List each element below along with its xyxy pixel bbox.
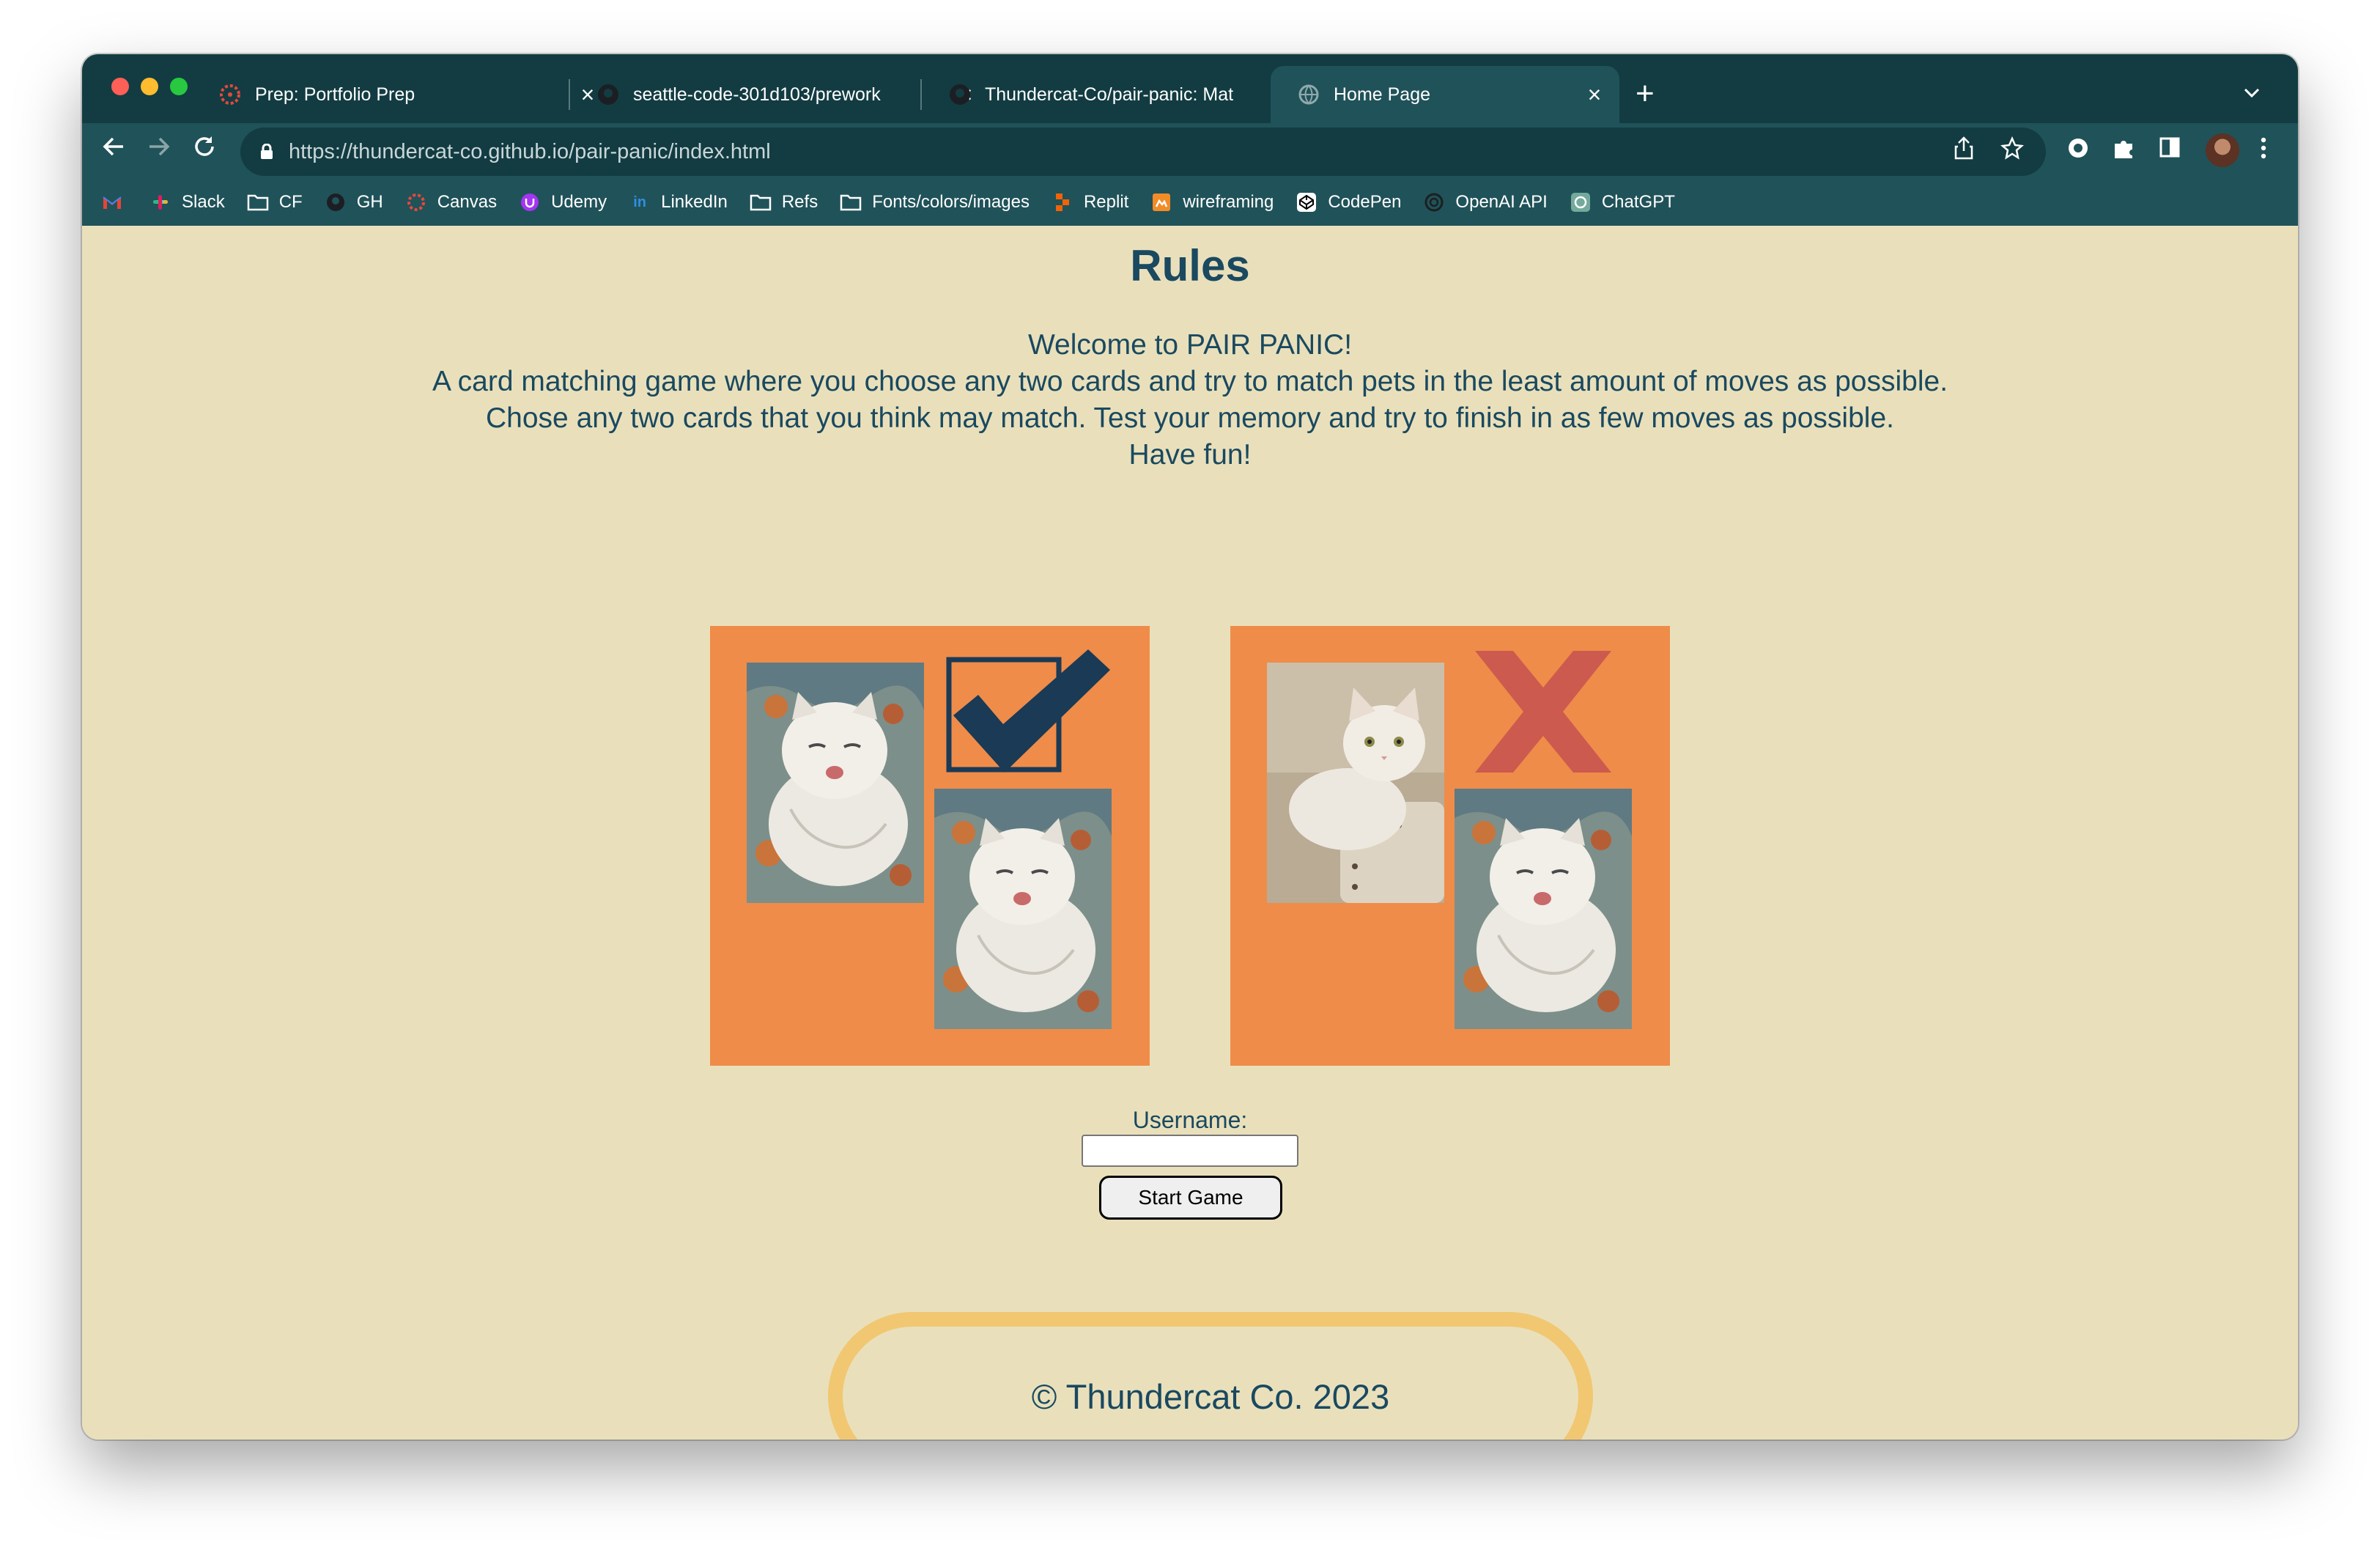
tab-title: Prep: Portfolio Prep xyxy=(255,84,415,105)
bookmark-folder-refs[interactable]: Refs xyxy=(750,191,818,213)
bookmark-codepen[interactable]: CodePen xyxy=(1296,191,1401,213)
url-path: /pair-panic/index.html xyxy=(569,139,771,163)
username-input[interactable] xyxy=(1082,1135,1298,1167)
tab-strip: Prep: Portfolio Prep × seattle-code-301d… xyxy=(82,54,2298,123)
new-tab-plus-icon[interactable]: + xyxy=(1636,72,1655,116)
bookmark-label: ChatGPT xyxy=(1601,192,1675,212)
bookmark-canvas[interactable]: Canvas xyxy=(405,191,497,213)
bookmark-label: CF xyxy=(278,192,303,212)
bookmark-label: LinkedIn xyxy=(661,192,728,212)
bookmark-label: Fonts/colors/images xyxy=(872,192,1030,212)
tab-home-page[interactable]: Home Page × xyxy=(1271,66,1619,123)
folder-icon xyxy=(247,191,269,213)
folder-icon xyxy=(750,191,772,213)
folder-icon xyxy=(840,191,862,213)
page-footer: © Thundercat Co. 2023 xyxy=(828,1312,1593,1440)
rules-heading: Rules xyxy=(1130,241,1250,290)
bookmark-replit[interactable]: Replit xyxy=(1052,191,1128,213)
github-icon xyxy=(950,84,970,105)
bookmark-gh[interactable]: GH xyxy=(325,191,383,213)
browser-toolbar: https://thundercat-co.github.io/pair-pan… xyxy=(82,123,2298,179)
rules-line-description: A card matching game where you choose an… xyxy=(432,366,1948,397)
canvas-icon xyxy=(405,191,427,213)
linkedin-icon: in xyxy=(633,194,646,210)
wireframing-icon xyxy=(1150,191,1172,213)
rules-line-instructions: Chose any two cards that you think may m… xyxy=(486,402,1894,434)
match-example-card xyxy=(710,626,1150,1066)
window-controls xyxy=(111,78,188,95)
persian-cat-image xyxy=(747,663,924,903)
copyright-text: © Thundercat Co. 2023 xyxy=(1031,1376,1390,1416)
tab-portfolio-prep[interactable]: Prep: Portfolio Prep × xyxy=(192,66,613,123)
github-icon xyxy=(325,191,347,213)
bookmark-openai-api[interactable]: OpenAI API xyxy=(1423,191,1548,213)
extensions-puzzle-icon[interactable] xyxy=(2112,136,2135,166)
bookmark-gmail[interactable] xyxy=(101,191,133,213)
side-panel-icon[interactable] xyxy=(2159,136,2181,164)
bookmark-wireframing[interactable]: wireframing xyxy=(1150,191,1274,213)
cross-x-icon xyxy=(1475,651,1611,773)
bookmark-folder-cf[interactable]: CF xyxy=(247,191,303,213)
persian-cat-image xyxy=(934,789,1112,1029)
address-bar[interactable]: https://thundercat-co.github.io/pair-pan… xyxy=(240,128,2046,176)
username-label: Username: xyxy=(1132,1107,1248,1133)
profile-avatar[interactable] xyxy=(2206,133,2239,167)
tab-search-chevron-icon[interactable] xyxy=(2244,81,2260,103)
persian-cat-image xyxy=(1455,789,1632,1029)
browser-menu-icon[interactable] xyxy=(2260,136,2267,166)
bookmark-label: CodePen xyxy=(1328,192,1402,212)
replit-icon xyxy=(1052,191,1073,213)
bookmark-label: Udemy xyxy=(551,192,607,212)
lock-icon xyxy=(259,143,274,160)
address-bar-actions xyxy=(1954,136,2024,166)
rules-line-welcome: Welcome to PAIR PANIC! xyxy=(1027,329,1353,361)
start-game-button[interactable]: Start Game xyxy=(1099,1176,1282,1220)
bookmark-label: GH xyxy=(356,192,383,212)
bookmark-linkedin[interactable]: in LinkedIn xyxy=(629,191,728,213)
bookmark-slack[interactable]: Slack xyxy=(149,191,225,213)
udemy-icon xyxy=(519,191,541,213)
checkmark-icon xyxy=(946,649,1110,773)
close-tab-icon[interactable]: × xyxy=(1580,81,1609,108)
bookmark-chatgpt[interactable]: ChatGPT xyxy=(1570,191,1675,213)
codepen-icon xyxy=(1296,191,1318,213)
browser-window: Prep: Portfolio Prep × seattle-code-301d… xyxy=(82,54,2298,1440)
bookmark-folder-fonts[interactable]: Fonts/colors/images xyxy=(840,191,1030,213)
bookmark-label: wireframing xyxy=(1183,192,1274,212)
rules-text: Welcome to PAIR PANIC! A card matching g… xyxy=(82,327,2298,473)
minimize-window-button[interactable] xyxy=(141,78,158,95)
bookmark-label: OpenAI API xyxy=(1455,192,1548,212)
bookmarks-bar: Slack CF GH Canvas Udemy in LinkedIn Ref… xyxy=(82,179,2298,226)
bookmark-label: Refs xyxy=(781,192,818,212)
close-window-button[interactable] xyxy=(111,78,129,95)
mismatch-example-card xyxy=(1230,626,1670,1066)
page-content: Rules Welcome to PAIR PANIC! A card matc… xyxy=(82,226,2298,1440)
github-icon xyxy=(598,84,618,105)
chatgpt-icon xyxy=(1570,191,1592,213)
globe-icon xyxy=(1298,84,1319,105)
reload-icon[interactable] xyxy=(192,133,217,167)
tab-title: Home Page xyxy=(1334,84,1431,105)
extension-icon[interactable] xyxy=(2066,136,2090,166)
openai-icon xyxy=(1423,191,1445,213)
bookmark-label: Slack xyxy=(182,192,225,212)
bookmark-star-icon[interactable] xyxy=(2000,136,2024,166)
forward-arrow-icon[interactable] xyxy=(147,133,171,167)
bookmark-label: Canvas xyxy=(437,192,498,212)
white-cat-image xyxy=(1267,663,1444,903)
rules-line-have-fun: Have fun! xyxy=(1128,439,1252,471)
bookmark-label: Replit xyxy=(1083,192,1129,212)
back-arrow-icon[interactable] xyxy=(101,133,126,167)
maximize-window-button[interactable] xyxy=(170,78,188,95)
slack-icon xyxy=(149,191,171,213)
url-host: https://thundercat-co.github.io xyxy=(289,139,569,163)
canvas-icon xyxy=(220,84,240,105)
bookmark-udemy[interactable]: Udemy xyxy=(519,191,607,213)
url-text: https://thundercat-co.github.io/pair-pan… xyxy=(289,140,771,164)
tab-title: Thundercat-Co/pair-panic: Mat xyxy=(985,84,1234,105)
tab-title: seattle-code-301d103/prework xyxy=(633,84,881,105)
share-icon[interactable] xyxy=(1954,136,1974,166)
gmail-icon xyxy=(101,191,123,213)
